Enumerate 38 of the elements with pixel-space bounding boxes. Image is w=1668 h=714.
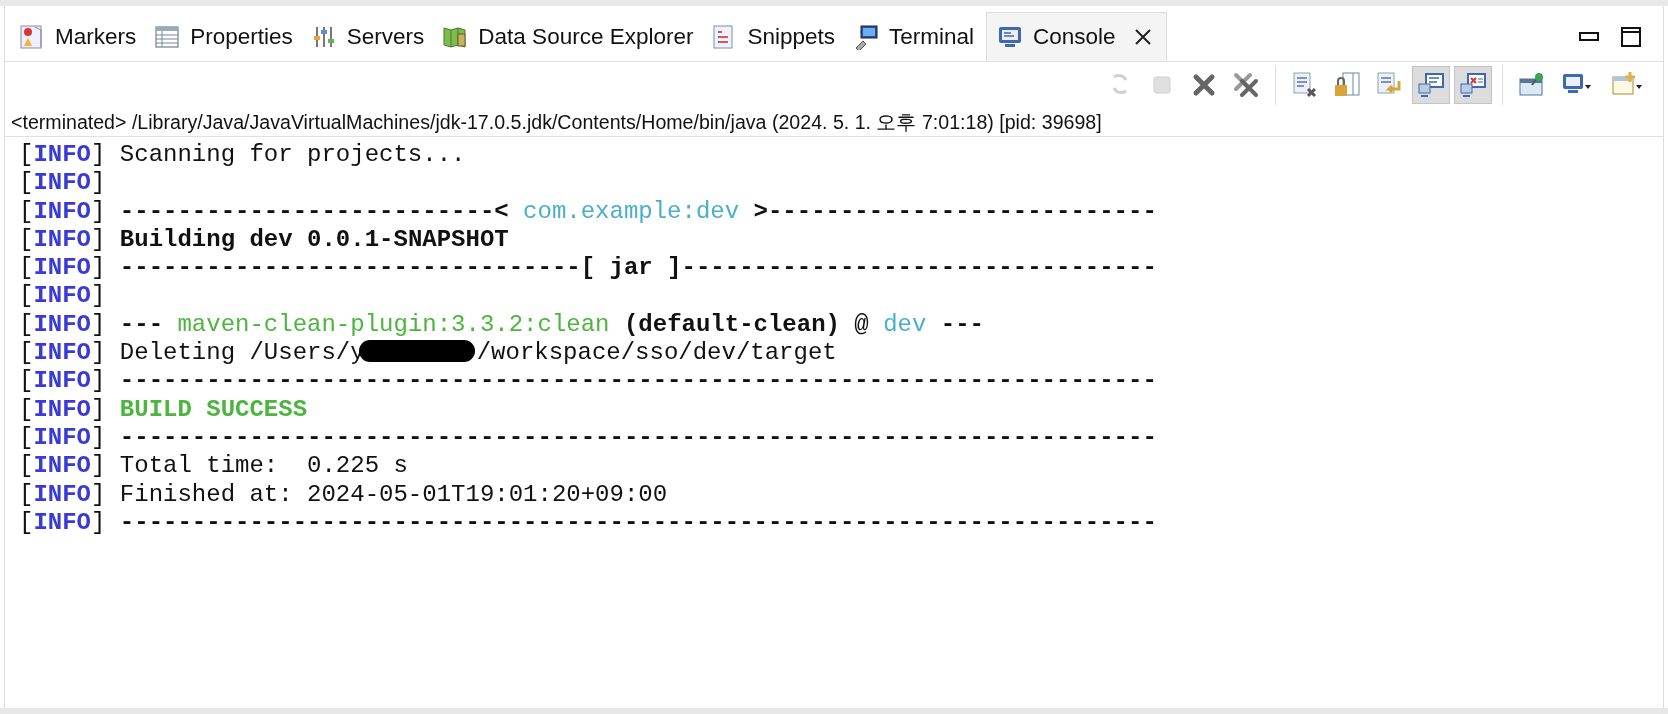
console-icon [997,24,1024,50]
view-tab[interactable]: Console [986,12,1167,61]
lock-icon [1333,71,1361,99]
monitor-button[interactable] [1412,66,1450,104]
view-tab[interactable]: Snippets [705,12,847,61]
console-line: [INFO] Total time: 0.225 s [19,452,409,481]
console-text: /workspace/sso/dev/target [476,339,837,367]
console-line: [INFO] [19,282,107,311]
view-tab[interactable]: Terminal [847,12,987,61]
console-line: [INFO] --- maven-clean-plugin:3.3.2:clean (default-clean) @ dev --- [19,310,985,340]
pin-icon [1518,71,1546,99]
table-icon [154,23,181,50]
console-line: [INFO] ------------------------------------------------------------------------ [19,423,1158,453]
console-text: [INFO] Deleting /Users/y [19,339,365,367]
process-label: <terminated> /Library/Java/JavaVirtualMachines/jdk-17.0.5.jdk/Contents/Home/bin/java (2024. 5. 1. 오후 7:01:18) [pid: 39698] [5,108,1663,137]
close-icon[interactable] [1133,28,1152,46]
view-tab[interactable]: Data Source Explorer [436,12,706,61]
console-line: [INFO] ------------------------------------------------------------------------ [19,367,1158,396]
view-tab[interactable]: Servers [304,12,437,61]
maximize-icon[interactable] [1621,26,1641,47]
console-line: [INFO] ------------------------------------------------------------------------ [19,508,1158,538]
console-line: [INFO] Building dev 0.0.1-SNAPSHOT [19,225,510,255]
view-tab[interactable]: Markers [13,12,149,61]
console-line: [INFO] Scanning for projects... [19,141,467,170]
console-line: [INFO] BUILD SUCCESS [19,395,309,424]
markers-icon [19,23,45,50]
clear-icon [1291,71,1319,99]
console-line: [INFO] [19,169,107,198]
minimize-icon[interactable] [1579,31,1599,42]
view-tab[interactable]: Properties [148,12,305,61]
console-line: [INFO] Finished at: 2024-05-01T19:01:20+09:00 [19,480,669,509]
monitor-error-button[interactable] [1454,66,1492,104]
remove-all-icon [1232,71,1260,99]
console-line: [INFO] --------------------------------[ jar ]--------------------------------- [19,254,1158,283]
monitor-plug-icon [853,23,879,50]
monitor-icon [1417,71,1445,99]
console-line: [INFO] --------------------------< com.example:dev >--------------------------- [19,197,1158,226]
monitor-error-icon [1459,71,1487,99]
